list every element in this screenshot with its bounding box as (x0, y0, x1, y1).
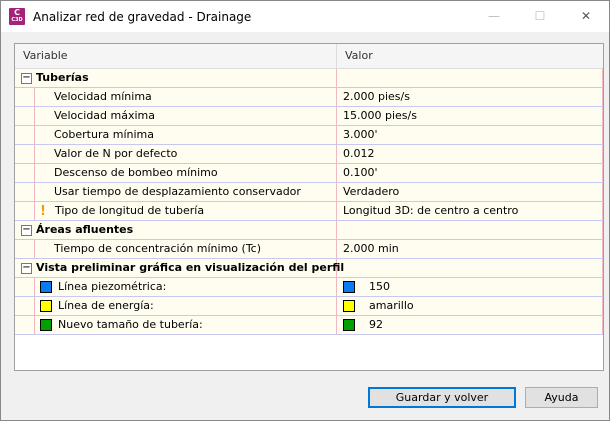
property-row[interactable]: Velocidad mínima 2.000 pies/s (15, 88, 603, 107)
property-name: Tipo de longitud de tubería (55, 204, 205, 217)
column-header-value[interactable]: Valor (337, 44, 373, 68)
collapse-icon[interactable]: − (21, 72, 32, 84)
color-swatch-icon (40, 319, 52, 331)
property-value[interactable]: 0.100' (337, 164, 603, 182)
grid-header: Variable Valor (15, 44, 603, 69)
collapse-icon[interactable]: − (21, 224, 32, 236)
property-name: Velocidad mínima (54, 90, 152, 103)
save-and-return-button[interactable]: Guardar y volver (368, 387, 516, 408)
title-bar: C C3D Analizar red de gravedad - Drainage… (1, 1, 609, 32)
property-name: Cobertura mínima (54, 128, 154, 141)
property-value[interactable]: 2.000 min (337, 240, 603, 258)
property-row[interactable]: Línea piezométrica: 150 (15, 278, 603, 297)
group-label: Áreas afluentes (36, 223, 134, 236)
property-value[interactable]: 2.000 pies/s (337, 88, 603, 106)
property-name: Descenso de bombeo mínimo (54, 166, 218, 179)
collapse-icon[interactable]: − (21, 262, 32, 274)
property-value[interactable]: 3.000' (337, 126, 603, 144)
property-value[interactable]: 0.012 (337, 145, 603, 163)
property-row[interactable]: Descenso de bombeo mínimo 0.100' (15, 164, 603, 183)
property-value[interactable]: 92 (337, 316, 603, 334)
property-value[interactable]: amarillo (337, 297, 603, 315)
property-name: Línea de energía: (58, 299, 154, 312)
property-row[interactable]: Valor de N por defecto 0.012 (15, 145, 603, 164)
group-row[interactable]: − Vista preliminar gráfica en visualizaci… (15, 259, 603, 278)
property-row[interactable]: Velocidad máxima 15.000 pies/s (15, 107, 603, 126)
help-button[interactable]: Ayuda (525, 387, 598, 408)
property-name: Línea piezométrica: (58, 280, 167, 293)
group-row[interactable]: − Tuberías (15, 69, 603, 88)
property-row[interactable]: Línea de energía: amarillo (15, 297, 603, 316)
column-header-variable[interactable]: Variable (15, 44, 337, 68)
window-title: Analizar red de gravedad - Drainage (33, 9, 252, 24)
close-button[interactable]: ✕ (563, 1, 609, 32)
property-value[interactable]: 150 (337, 278, 603, 296)
warning-icon: ! (40, 203, 46, 219)
color-swatch-icon (343, 281, 355, 293)
property-name: Valor de N por defecto (54, 147, 178, 160)
civil3d-app-icon: C C3D (9, 8, 25, 25)
property-value[interactable]: 15.000 pies/s (337, 107, 603, 125)
property-name: Usar tiempo de desplazamiento conservado… (54, 185, 301, 198)
group-label: Tuberías (36, 71, 89, 84)
property-row[interactable]: Tiempo de concentración mínimo (Tc) 2.000… (15, 240, 603, 259)
minimize-button[interactable]: — (471, 1, 517, 32)
property-row[interactable]: Cobertura mínima 3.000' (15, 126, 603, 145)
maximize-button[interactable]: ☐ (517, 1, 563, 32)
property-name: Velocidad máxima (54, 109, 156, 122)
property-row[interactable]: Nuevo tamaño de tubería: 92 (15, 316, 603, 335)
property-value[interactable]: Longitud 3D: de centro a centro (337, 202, 603, 220)
color-swatch-icon (343, 300, 355, 312)
group-label: Vista preliminar gráfica en visualizació… (36, 261, 345, 274)
color-swatch-icon (40, 281, 52, 293)
property-value[interactable]: Verdadero (337, 183, 603, 201)
property-row[interactable]: Usar tiempo de desplazamiento conservado… (15, 183, 603, 202)
property-row[interactable]: ! Tipo de longitud de tubería Longitud 3D:… (15, 202, 603, 221)
color-swatch-icon (40, 300, 52, 312)
property-grid: Variable Valor − Tuberías Velocidad mínima… (14, 43, 604, 371)
color-swatch-icon (343, 319, 355, 331)
property-name: Nuevo tamaño de tubería: (58, 318, 203, 331)
group-row[interactable]: − Áreas afluentes (15, 221, 603, 240)
property-name: Tiempo de concentración mínimo (Tc) (54, 242, 262, 255)
